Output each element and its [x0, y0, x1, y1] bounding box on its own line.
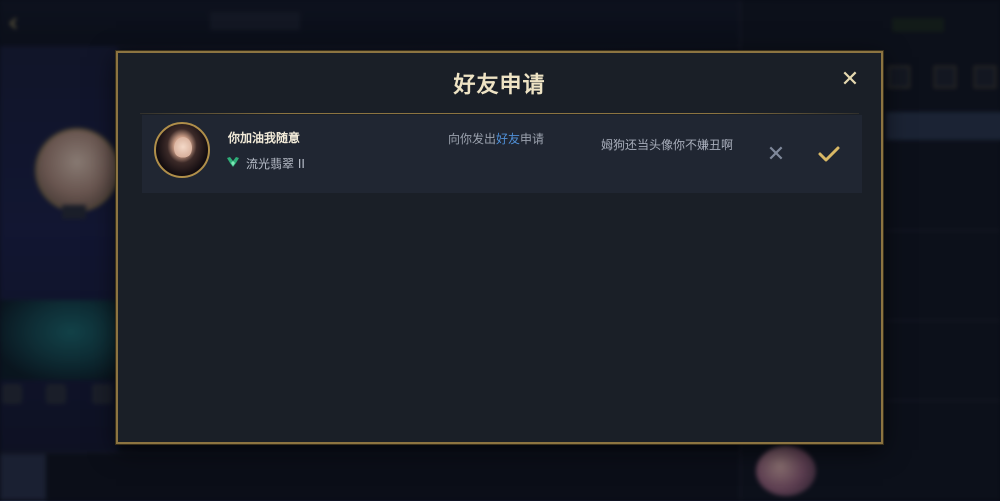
friend-request-list: 你加油我随意 流光翡翠 II 向你发出好友申请 姆狗还当头像你不嫌丑啊 ✕ [142, 115, 862, 193]
requester-avatar[interactable] [154, 122, 210, 178]
emerald-rank-icon [227, 157, 239, 167]
requester-name: 你加油我随意 [228, 131, 301, 145]
requester-rank: 流光翡翠 II [246, 157, 305, 171]
action-prefix: 向你发出 [448, 132, 497, 146]
request-message: 姆狗还当头像你不嫌丑啊 [600, 138, 733, 152]
action-highlight: 好友 [496, 132, 521, 146]
friend-request-dialog: 好友申请 ✕ 你加油我随意 流光翡翠 II 向你发出好友申请 姆狗还当头像你不嫌… [116, 51, 883, 444]
request-action-text: 向你发出好友申请 [448, 130, 544, 147]
dialog-title: 好友申请 [453, 73, 546, 98]
title-divider [140, 113, 859, 114]
friend-request-row: 你加油我随意 流光翡翠 II 向你发出好友申请 姆狗还当头像你不嫌丑啊 ✕ [142, 115, 862, 193]
reject-x-icon[interactable]: ✕ [762, 141, 790, 169]
close-icon[interactable]: ✕ [837, 67, 863, 93]
action-suffix: 申请 [520, 132, 545, 146]
accept-check-icon[interactable] [814, 139, 844, 169]
